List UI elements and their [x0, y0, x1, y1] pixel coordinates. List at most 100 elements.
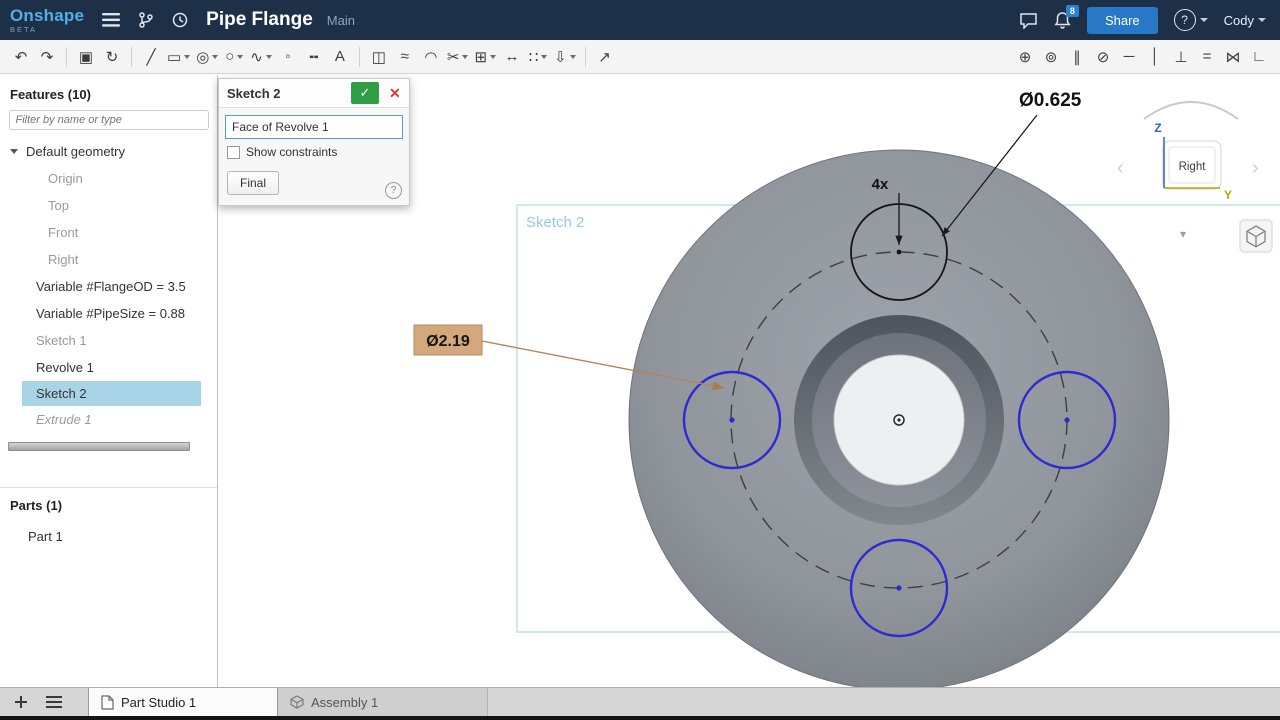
feature-group-default-geometry[interactable]: Default geometry [0, 138, 217, 165]
comments-icon[interactable] [1019, 12, 1038, 29]
isometric-view-button[interactable] [1240, 220, 1272, 252]
bottom-strip [0, 716, 1280, 720]
fillet-tool-icon[interactable]: ◠ [421, 44, 441, 70]
bolt-hole-right-center[interactable] [1064, 417, 1069, 422]
beta-label: BETA [10, 26, 84, 34]
transform-tool-icon[interactable]: ⊞ [474, 44, 496, 70]
rotate-right-chevron-icon[interactable]: › [1252, 157, 1259, 179]
top-bar: Onshape BETA Pipe Flange Main 8 Share ? … [0, 0, 1280, 40]
vertical-constraint-icon[interactable]: │ [1145, 44, 1165, 70]
bolt-hole-bottom-center[interactable] [896, 585, 901, 590]
feature-label: Sketch 1 [36, 333, 87, 348]
versions-branch-icon[interactable] [138, 12, 154, 28]
dialog-title-bar[interactable]: Sketch 2 ✓ ✕ [219, 79, 409, 108]
accept-check-button[interactable]: ✓ [351, 82, 379, 104]
hole-count-label[interactable]: 4x [872, 176, 889, 193]
feature-label: Revolve 1 [36, 360, 94, 375]
rotate-view-arc[interactable] [1144, 102, 1238, 119]
construction-tool-icon[interactable]: ╍ [304, 44, 324, 70]
equal-constraint-icon[interactable]: = [1197, 44, 1217, 70]
feature-label: Extrude 1 [36, 412, 92, 427]
ellipse-tool-icon[interactable]: ○ [224, 44, 244, 70]
features-panel: Features (10) Default geometry Origin To… [0, 75, 218, 687]
mirror-tool-icon[interactable]: ◫ [369, 44, 389, 70]
parallel-constraint-icon[interactable]: ∥ [1067, 44, 1087, 70]
hole-diameter-dimension[interactable]: Ø0.625 [1019, 90, 1082, 111]
feature-label: Origin [48, 171, 83, 186]
hamburger-menu-icon[interactable] [102, 13, 120, 27]
view-menu-caret-icon[interactable]: ▾ [1180, 227, 1186, 241]
user-menu[interactable]: Cody [1224, 13, 1266, 28]
line-tool-icon[interactable]: ╱ [141, 44, 161, 70]
workspace-branch[interactable]: Main [327, 13, 355, 28]
spline-tool-icon[interactable]: ∿ [250, 44, 272, 70]
rotate-left-chevron-icon[interactable]: ‹ [1117, 157, 1124, 179]
feature-label: Front [48, 225, 78, 240]
sketch-plane-field[interactable]: Face of Revolve 1 [225, 115, 403, 139]
perpendicular-constraint-icon[interactable]: ⊥ [1171, 44, 1191, 70]
onshape-logo[interactable]: Onshape BETA [10, 7, 84, 34]
insert-dxf-icon[interactable]: ⇩ [554, 44, 576, 70]
final-button[interactable]: Final [227, 171, 279, 195]
circle-tool-icon[interactable]: ◎ [196, 44, 218, 70]
tab-assembly-1[interactable]: Assembly 1 [278, 688, 488, 716]
dialog-help-icon[interactable]: ? [385, 182, 402, 199]
bolt-hole-top-center[interactable] [897, 250, 902, 255]
point-tool-icon[interactable]: ◦ [278, 44, 298, 70]
bolt-circle-dimension[interactable]: Ø2.19 [426, 333, 470, 350]
dimension-tool-icon[interactable]: ↔ [502, 44, 522, 70]
feature-item-variable-flangeod[interactable]: Variable #FlangeOD = 3.5 [0, 273, 217, 300]
history-clock-icon[interactable] [172, 12, 188, 28]
coincident-constraint-icon[interactable]: ⊕ [1015, 44, 1035, 70]
dropdown-caret [266, 55, 272, 59]
user-name: Cody [1224, 13, 1254, 28]
document-title[interactable]: Pipe Flange [206, 9, 313, 31]
tangent-constraint-icon[interactable]: ⊘ [1093, 44, 1113, 70]
feature-item-origin[interactable]: Origin [0, 165, 217, 192]
show-constraints-checkbox[interactable] [227, 146, 240, 159]
chevron-down-icon[interactable] [10, 149, 18, 154]
feature-list: Default geometry Origin Top Front Right … [0, 138, 217, 451]
dropdown-caret [212, 55, 218, 59]
feature-item-variable-pipesize[interactable]: Variable #PipeSize = 0.88 [0, 300, 217, 327]
text-tool-icon[interactable]: A [330, 44, 350, 70]
show-constraints-row[interactable]: Show constraints [227, 145, 401, 159]
trim-tool-glyph: ✂ [447, 48, 460, 66]
tab-part-studio-1[interactable]: Part Studio 1 [88, 688, 278, 716]
rollback-bar[interactable] [8, 442, 190, 451]
undo-icon[interactable]: ↶ [11, 44, 31, 70]
chevron-down-icon [1200, 18, 1208, 22]
rectangle-tool-icon[interactable]: ▭ [167, 44, 190, 70]
part-item-part-1[interactable]: Part 1 [0, 523, 217, 549]
feature-item-front-plane[interactable]: Front [0, 219, 217, 246]
dialog-title: Sketch 2 [227, 86, 280, 101]
pattern-tool-icon[interactable]: ∷ [528, 44, 548, 70]
feature-item-extrude-1-suppressed[interactable]: Extrude 1 [0, 406, 217, 433]
feature-item-revolve-1[interactable]: Revolve 1 [0, 354, 217, 381]
concentric-constraint-icon[interactable]: ⊚ [1041, 44, 1061, 70]
feature-item-top-plane[interactable]: Top [0, 192, 217, 219]
symmetric-constraint-icon[interactable]: ⋈ [1223, 44, 1243, 70]
redo-icon[interactable]: ↷ [37, 44, 57, 70]
offset-tool-icon[interactable]: ≈ [395, 44, 415, 70]
normal-constraint-icon[interactable]: ∟ [1249, 44, 1269, 70]
measure-icon[interactable]: ↗ [595, 44, 615, 70]
dropdown-caret [490, 55, 496, 59]
feature-item-right-plane[interactable]: Right [0, 246, 217, 273]
notifications-bell-icon[interactable]: 8 [1054, 11, 1071, 29]
help-menu[interactable]: ? [1174, 9, 1208, 31]
toolbar-separator [585, 47, 586, 67]
tab-label: Assembly 1 [311, 695, 378, 710]
horizontal-constraint-icon[interactable]: ─ [1119, 44, 1139, 70]
feature-filter-input[interactable] [9, 110, 209, 130]
feature-item-sketch-2-selected[interactable]: Sketch 2 [22, 381, 201, 406]
copy-sketch-icon[interactable]: ▣ [76, 44, 96, 70]
tab-list-button[interactable] [46, 696, 62, 708]
derived-icon[interactable]: ↻ [102, 44, 122, 70]
add-tab-button[interactable] [14, 695, 28, 709]
bolt-hole-left-center[interactable] [729, 417, 734, 422]
cancel-x-button[interactable]: ✕ [383, 82, 405, 104]
share-button[interactable]: Share [1087, 7, 1158, 34]
trim-tool-icon[interactable]: ✂ [447, 44, 469, 70]
feature-item-sketch-1[interactable]: Sketch 1 [0, 327, 217, 354]
